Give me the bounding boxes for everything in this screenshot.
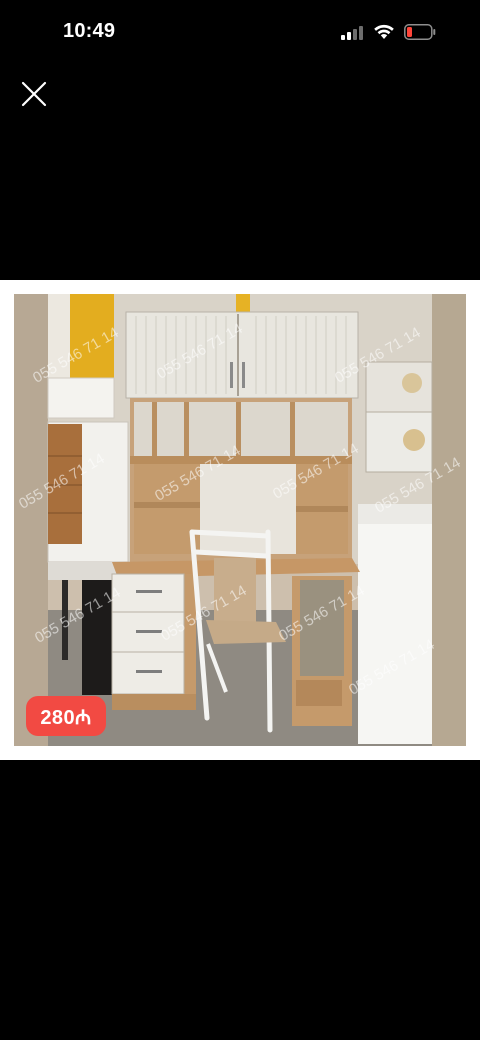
wifi-icon <box>374 24 394 39</box>
price-badge: 280₼ <box>26 696 106 736</box>
status-time: 10:49 <box>63 20 116 42</box>
product-photo: 055 546 71 14 055 546 71 14 055 546 71 1… <box>0 280 480 760</box>
cellular-signal-icon <box>341 24 365 40</box>
close-icon[interactable] <box>20 80 48 108</box>
battery-low-icon <box>404 24 436 40</box>
status-bar: 10:49 <box>0 0 480 64</box>
